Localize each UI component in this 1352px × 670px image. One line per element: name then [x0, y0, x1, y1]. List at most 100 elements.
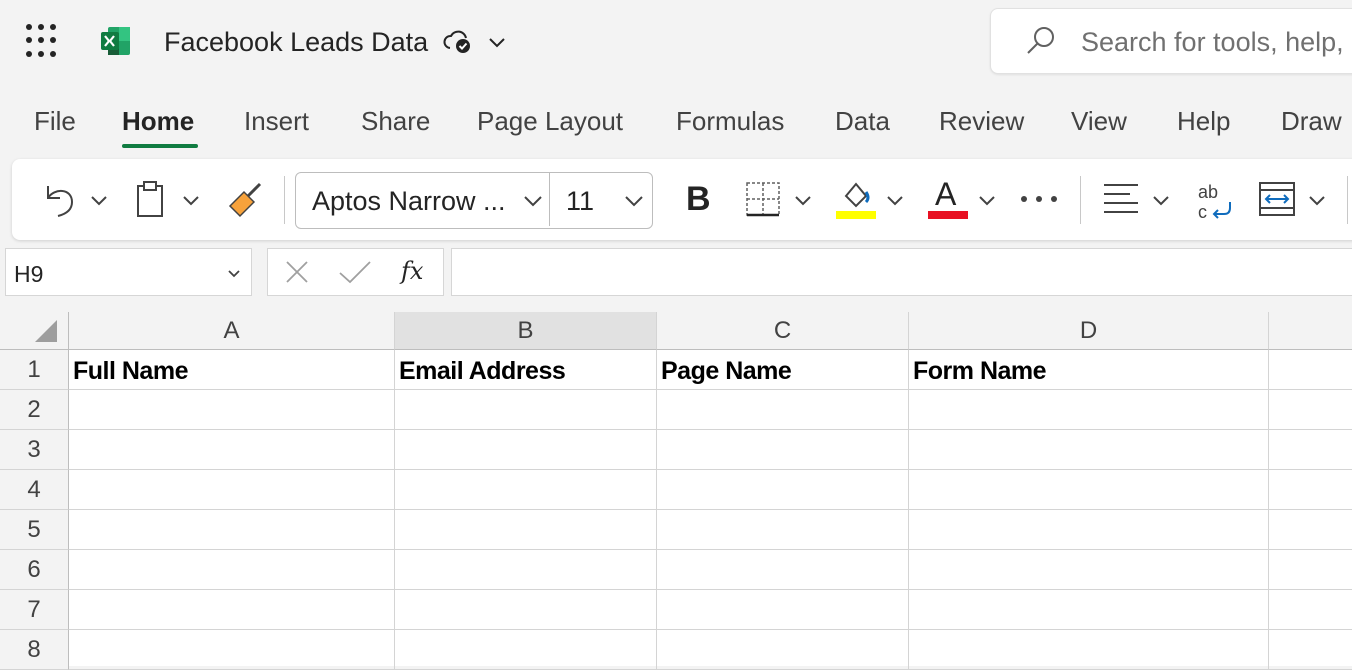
tab-file[interactable]: File [34, 103, 76, 139]
cell-d3[interactable] [909, 430, 1269, 470]
cell-e5[interactable] [1269, 510, 1352, 550]
chevron-down-icon[interactable] [226, 266, 242, 282]
cell-e2[interactable] [1269, 390, 1352, 430]
wrap-text-icon[interactable]: ab c [1196, 180, 1236, 222]
enter-check-icon[interactable] [338, 259, 372, 285]
cell-d8[interactable] [909, 630, 1269, 670]
font-name-value[interactable]: Aptos Narrow ... [312, 183, 506, 219]
cell-a2[interactable] [69, 390, 395, 430]
select-all-corner[interactable] [0, 312, 69, 350]
tab-review[interactable]: Review [939, 103, 1024, 139]
cancel-icon[interactable] [284, 259, 310, 285]
chevron-down-icon[interactable] [486, 31, 508, 53]
column-header-d[interactable]: D [909, 312, 1269, 350]
cell-a1[interactable]: Full Name [69, 350, 395, 390]
formula-input[interactable] [451, 248, 1352, 296]
paste-icon[interactable] [134, 180, 168, 220]
tab-draw[interactable]: Draw [1281, 103, 1342, 139]
chevron-down-icon[interactable] [1307, 190, 1327, 210]
cell-b5[interactable] [395, 510, 657, 550]
chevron-down-icon[interactable] [977, 190, 997, 210]
column-header-c[interactable]: C [657, 312, 909, 350]
cell-d4[interactable] [909, 470, 1269, 510]
cell-a8[interactable] [69, 630, 395, 670]
column-header-a[interactable]: A [69, 312, 395, 350]
tab-share[interactable]: Share [361, 103, 430, 139]
insert-function-button[interactable]: fx [401, 254, 423, 288]
row-header-2[interactable]: 2 [0, 390, 69, 430]
name-box-value[interactable]: H9 [14, 259, 43, 289]
column-header-b[interactable]: B [395, 312, 657, 350]
document-title[interactable]: Facebook Leads Data [164, 24, 428, 60]
chevron-down-icon[interactable] [522, 190, 544, 212]
cell-c8[interactable] [657, 630, 909, 670]
chevron-down-icon[interactable] [793, 190, 813, 210]
cell-b2[interactable] [395, 390, 657, 430]
cell-a7[interactable] [69, 590, 395, 630]
tab-home[interactable]: Home [122, 103, 194, 139]
align-icon[interactable] [1102, 182, 1140, 216]
cell-b4[interactable] [395, 470, 657, 510]
cell-a5[interactable] [69, 510, 395, 550]
excel-logo-icon [101, 27, 130, 55]
chevron-down-icon[interactable] [1151, 190, 1171, 210]
cell-e8[interactable] [1269, 630, 1352, 670]
cell-b3[interactable] [395, 430, 657, 470]
row-header-3[interactable]: 3 [0, 430, 69, 470]
more-options-icon[interactable] [1019, 193, 1059, 205]
tab-page-layout[interactable]: Page Layout [477, 103, 623, 139]
app-launcher-icon[interactable] [26, 24, 60, 58]
undo-icon[interactable] [40, 180, 80, 220]
search-placeholder[interactable]: Search for tools, help, [1081, 24, 1344, 60]
font-size-value[interactable]: 11 [566, 183, 594, 219]
row-header-5[interactable]: 5 [0, 510, 69, 550]
cell-c4[interactable] [657, 470, 909, 510]
row-header-7[interactable]: 7 [0, 590, 69, 630]
cell-c1[interactable]: Page Name [657, 350, 909, 390]
cell-d7[interactable] [909, 590, 1269, 630]
row-header-8[interactable]: 8 [0, 630, 69, 670]
cell-a3[interactable] [69, 430, 395, 470]
bold-button[interactable]: B [686, 178, 711, 220]
cell-c2[interactable] [657, 390, 909, 430]
tab-insert[interactable]: Insert [244, 103, 309, 139]
cell-d5[interactable] [909, 510, 1269, 550]
font-color-button[interactable]: A [935, 176, 956, 212]
cell-a4[interactable] [69, 470, 395, 510]
chevron-down-icon[interactable] [885, 190, 905, 210]
merge-center-icon[interactable] [1258, 180, 1296, 218]
cell-d6[interactable] [909, 550, 1269, 590]
cell-c5[interactable] [657, 510, 909, 550]
cell-e1[interactable] [1269, 350, 1352, 390]
chevron-down-icon[interactable] [181, 190, 201, 210]
cell-e3[interactable] [1269, 430, 1352, 470]
cell-c7[interactable] [657, 590, 909, 630]
cell-b6[interactable] [395, 550, 657, 590]
cell-d1[interactable]: Form Name [909, 350, 1269, 390]
column-header-e[interactable] [1269, 312, 1352, 350]
row-header-6[interactable]: 6 [0, 550, 69, 590]
cell-c6[interactable] [657, 550, 909, 590]
tab-help[interactable]: Help [1177, 103, 1230, 139]
cell-a6[interactable] [69, 550, 395, 590]
cell-d2[interactable] [909, 390, 1269, 430]
chevron-down-icon[interactable] [623, 190, 645, 212]
chevron-down-icon[interactable] [89, 190, 109, 210]
tab-view[interactable]: View [1071, 103, 1127, 139]
format-painter-icon[interactable] [226, 182, 264, 220]
fill-color-icon[interactable] [836, 178, 876, 220]
cell-c3[interactable] [657, 430, 909, 470]
cell-b1[interactable]: Email Address [395, 350, 657, 390]
tab-data[interactable]: Data [835, 103, 890, 139]
tab-formulas[interactable]: Formulas [676, 103, 784, 139]
borders-icon[interactable] [744, 180, 782, 218]
cell-b8[interactable] [395, 630, 657, 670]
cloud-saved-icon[interactable] [443, 27, 473, 57]
cell-b7[interactable] [395, 590, 657, 630]
row-header-1[interactable]: 1 [0, 350, 69, 390]
cell-e6[interactable] [1269, 550, 1352, 590]
row-header-4[interactable]: 4 [0, 470, 69, 510]
ribbon-divider [1347, 176, 1348, 224]
cell-e4[interactable] [1269, 470, 1352, 510]
cell-e7[interactable] [1269, 590, 1352, 630]
